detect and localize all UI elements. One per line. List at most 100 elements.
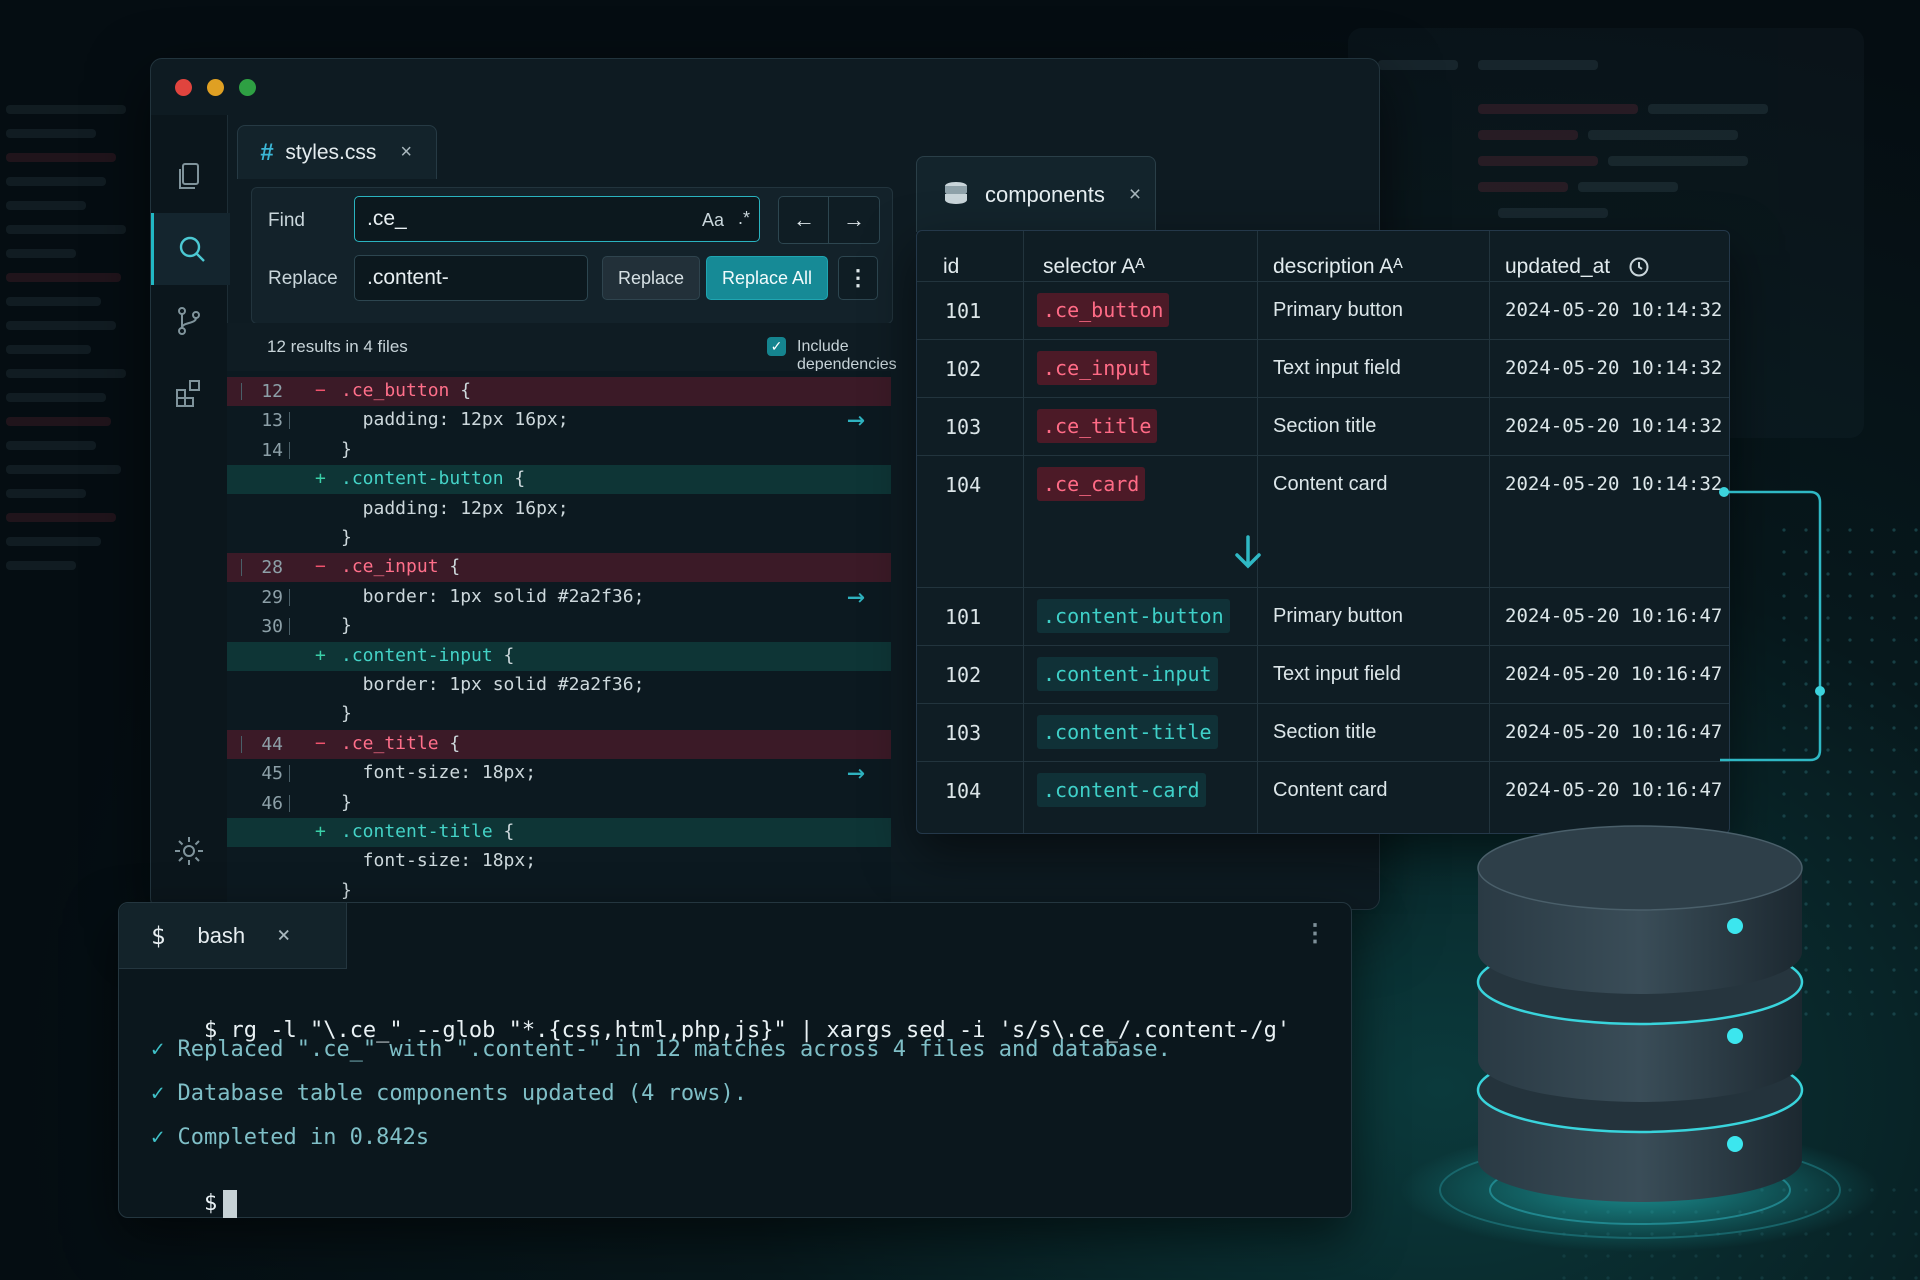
code-text: }: [341, 703, 352, 725]
code-line[interactable]: }: [227, 700, 891, 729]
regex-toggle[interactable]: .*: [738, 208, 750, 229]
code-line[interactable]: 44 − .ce_title {: [227, 729, 891, 759]
cell-selector: .content-card: [1037, 773, 1206, 807]
find-replace-panel: Find .ce_ Aa .* ← → Replace .content- Re…: [251, 187, 893, 324]
code-line[interactable]: 45 font-size: 18px;: [227, 759, 891, 788]
cell-description: Section title: [1273, 415, 1377, 437]
terminal-more-button[interactable]: ⋮: [1303, 919, 1327, 947]
code-line[interactable]: + .content-title {: [227, 818, 891, 847]
tab-label: styles.css: [285, 140, 377, 164]
close-icon[interactable]: ×: [1129, 183, 1141, 207]
code-line[interactable]: + .content-button {: [227, 465, 891, 495]
code-line[interactable]: 13 padding: 12px 16px;: [227, 406, 891, 435]
diff-sign: −: [315, 556, 326, 578]
code-line[interactable]: + .content-input {: [227, 641, 891, 671]
line-marker: [289, 618, 290, 636]
code-text: }: [341, 615, 352, 637]
tab-bash[interactable]: $ bash ×: [119, 903, 347, 969]
line-marker: [289, 588, 290, 606]
extensions-icon[interactable]: [151, 357, 227, 429]
code-line[interactable]: 46}: [227, 789, 891, 818]
code-text: padding: 12px 16px;: [341, 409, 569, 431]
line-marker: [289, 441, 290, 459]
terminal-output-line: ✓ Replaced ".ce_" with ".content-" in 12…: [151, 1037, 1171, 1062]
terminal-input-line[interactable]: $: [151, 1165, 238, 1243]
include-dependencies-label: Include dependencies: [797, 338, 897, 373]
cell-id: 101: [945, 299, 982, 323]
line-number: 46: [261, 792, 283, 814]
code-line[interactable]: }: [227, 524, 891, 553]
find-input[interactable]: .ce_: [354, 196, 760, 242]
settings-icon[interactable]: [151, 815, 227, 887]
window-minimize-button[interactable]: [207, 79, 224, 96]
code-line[interactable]: font-size: 18px;: [227, 847, 891, 876]
line-number: 13: [261, 410, 283, 432]
code-line[interactable]: }: [227, 877, 891, 903]
line-marker: [241, 559, 242, 577]
code-line[interactable]: 14}: [227, 436, 891, 465]
line-marker: [289, 412, 290, 430]
diff-sign: +: [315, 644, 326, 666]
line-number: 28: [261, 557, 283, 579]
clock-icon: [1629, 257, 1649, 277]
close-icon[interactable]: ×: [277, 923, 290, 948]
replace-all-button[interactable]: Replace All: [706, 256, 828, 300]
table-row-after[interactable]: 102 .content-input Text input field 2024-05…: [917, 645, 1729, 704]
output-text: Database table components updated (4 row…: [177, 1081, 748, 1106]
replace-input[interactable]: .content-: [354, 255, 588, 301]
cell-selector: .ce_button: [1037, 293, 1170, 327]
terminal-output-line: ✓ Database table components updated (4 r…: [151, 1081, 747, 1106]
cell-id: 104: [945, 779, 982, 803]
replace-button[interactable]: Replace: [602, 256, 700, 300]
diff-sign: +: [315, 821, 326, 842]
column-header-id[interactable]: id: [943, 255, 959, 279]
cell-updated-at: 2024-05-20 10:14:32: [1505, 473, 1723, 495]
code-line[interactable]: border: 1px solid #2a2f36;: [227, 671, 891, 700]
git-branch-icon[interactable]: [151, 285, 227, 357]
table-row-before[interactable]: 103 .ce_title Section title 2024-05-20 10:1…: [917, 397, 1729, 456]
apply-replacement-arrow-icon[interactable]: →: [847, 405, 865, 435]
table-row-before[interactable]: 104 .ce_card Content card 2024-05-20 10:14:…: [917, 455, 1729, 514]
tab-components[interactable]: components ×: [916, 156, 1156, 232]
terminal-prompt-icon: $: [151, 921, 166, 950]
table-database-connector: [1719, 487, 1825, 762]
table-row-before[interactable]: 102 .ce_input Text input field 2024-05-20 1…: [917, 339, 1729, 398]
code-line[interactable]: 29 border: 1px solid #2a2f36;: [227, 583, 891, 612]
diff-code-view: 12− .ce_button {13 padding: 12px 16px; → 14…: [227, 371, 891, 903]
tab-styles-css[interactable]: # styles.css ×: [237, 125, 437, 179]
cell-id: 101: [945, 605, 982, 629]
include-dependencies-checkbox[interactable]: ✓: [767, 337, 786, 356]
match-case-toggle[interactable]: Aa: [702, 210, 724, 231]
more-options-button[interactable]: ⋮: [838, 256, 878, 300]
apply-replacement-arrow-icon[interactable]: →: [847, 581, 865, 612]
column-header-description[interactable]: description Aᴬ: [1273, 255, 1403, 279]
column-header-updated-at[interactable]: updated_at: [1505, 255, 1650, 279]
prompt-symbol: $: [203, 1191, 218, 1216]
files-icon[interactable]: [151, 141, 227, 213]
components-table: id selector Aᴬ description Aᴬ updated_at…: [916, 230, 1730, 834]
table-row-after[interactable]: 101 .content-button Primary button 2024-05-…: [917, 587, 1729, 646]
code-text: }: [341, 527, 352, 548]
search-icon[interactable]: [151, 213, 230, 285]
code-line[interactable]: 12 − .ce_button {: [227, 377, 891, 406]
next-match-button[interactable]: →: [828, 196, 880, 244]
code-line[interactable]: padding: 12px 16px;: [227, 495, 891, 524]
window-close-button[interactable]: [175, 79, 192, 96]
arrow-right-icon: →: [843, 207, 865, 232]
close-icon[interactable]: ×: [400, 141, 412, 164]
table-row-after[interactable]: 103 .content-title Section title 2024-05-20…: [917, 703, 1729, 762]
diff-sign: +: [315, 468, 326, 490]
code-line[interactable]: 30}: [227, 612, 891, 641]
cell-selector: .content-title: [1037, 715, 1218, 749]
code-text: }: [341, 438, 352, 460]
code-line[interactable]: 28 − .ce_input {: [227, 553, 891, 583]
code-text: font-size: 18px;: [341, 850, 537, 872]
apply-replacement-arrow-icon[interactable]: →: [847, 758, 865, 788]
cell-id: 102: [945, 663, 982, 687]
table-row-before[interactable]: 101 .ce_button Primary button 2024-05-20 10…: [917, 281, 1729, 340]
previous-match-button[interactable]: ←: [778, 196, 830, 244]
hash-icon: #: [260, 138, 274, 166]
window-maximize-button[interactable]: [239, 79, 256, 96]
column-header-selector[interactable]: selector Aᴬ: [1043, 255, 1145, 279]
code-text: }: [341, 791, 352, 813]
